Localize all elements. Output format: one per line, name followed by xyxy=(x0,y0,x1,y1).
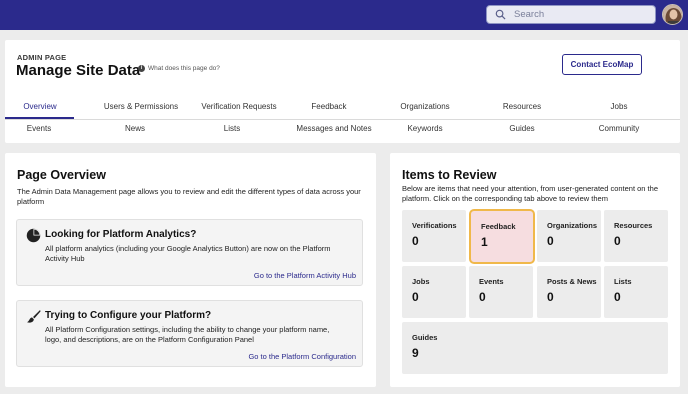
review-title: Items to Review xyxy=(402,168,497,182)
overview-description: The Admin Data Management page allows yo… xyxy=(17,187,361,206)
tab-feedback[interactable]: Feedback xyxy=(279,102,379,111)
tab-verification-requests[interactable]: Verification Requests xyxy=(189,102,289,111)
overview-title: Page Overview xyxy=(17,168,106,182)
review-tile-label: Organizations xyxy=(547,221,598,230)
tab-messages-notes[interactable]: Messages and Notes xyxy=(284,124,384,133)
items-to-review-card: Items to Review Below are items that nee… xyxy=(390,153,680,387)
tab-keywords[interactable]: Keywords xyxy=(375,124,475,133)
configure-callout-text: All Platform Configuration settings, inc… xyxy=(45,325,330,344)
review-tile-label: Feedback xyxy=(481,222,516,231)
pie-chart-icon xyxy=(26,228,41,243)
tab-jobs[interactable]: Jobs xyxy=(569,102,669,111)
paintbrush-icon xyxy=(26,309,41,323)
review-tile-count: 0 xyxy=(412,234,419,248)
platform-configuration-link[interactable]: Go to the Platform Configuration xyxy=(248,352,356,361)
review-tile-events[interactable]: Events 0 xyxy=(469,266,533,318)
review-tile-count: 0 xyxy=(614,234,621,248)
page-help-link[interactable]: i What does this page do? xyxy=(138,65,220,72)
page-help-label: What does this page do? xyxy=(148,65,220,72)
review-tile-count: 0 xyxy=(547,290,554,304)
search-icon xyxy=(495,9,506,20)
tab-divider xyxy=(5,119,680,120)
review-description: Below are items that need your attention… xyxy=(402,184,658,203)
review-tile-label: Lists xyxy=(614,277,632,286)
search-input[interactable] xyxy=(514,9,644,20)
tab-organizations[interactable]: Organizations xyxy=(375,102,475,111)
tab-guides[interactable]: Guides xyxy=(472,124,572,133)
configure-callout: Trying to Configure your Platform? All P… xyxy=(16,300,363,367)
user-avatar[interactable] xyxy=(662,4,683,25)
info-icon: i xyxy=(138,65,145,72)
review-tile-label: Resources xyxy=(614,221,653,230)
page-eyebrow: ADMIN PAGE xyxy=(17,53,67,62)
analytics-callout-title: Looking for Platform Analytics? xyxy=(45,229,197,240)
page-title: Manage Site Data xyxy=(16,62,141,79)
platform-activity-hub-link[interactable]: Go to the Platform Activity Hub xyxy=(254,271,356,280)
review-tile-count: 9 xyxy=(412,346,419,360)
review-tile-posts-news[interactable]: Posts & News 0 xyxy=(537,266,601,318)
review-tile-count: 0 xyxy=(614,290,621,304)
review-tile-count: 1 xyxy=(481,235,488,249)
page-overview-card: Page Overview The Admin Data Management … xyxy=(5,153,376,387)
analytics-callout-text: All platform analytics (including your G… xyxy=(45,244,331,263)
review-tile-resources[interactable]: Resources 0 xyxy=(604,210,668,262)
top-navigation-bar xyxy=(0,0,688,30)
review-tile-guides[interactable]: Guides 9 xyxy=(402,322,668,374)
tab-lists[interactable]: Lists xyxy=(182,124,282,133)
review-tile-count: 0 xyxy=(412,290,419,304)
review-tile-label: Guides xyxy=(412,333,438,342)
review-tile-label: Verifications xyxy=(412,221,457,230)
configure-callout-title: Trying to Configure your Platform? xyxy=(45,310,212,321)
review-tile-count: 0 xyxy=(479,290,486,304)
avatar-icon xyxy=(663,5,682,24)
contact-ecomap-button[interactable]: Contact EcoMap xyxy=(562,54,642,75)
review-tile-verifications[interactable]: Verifications 0 xyxy=(402,210,466,262)
tab-news[interactable]: News xyxy=(85,124,185,133)
review-tile-label: Jobs xyxy=(412,277,430,286)
review-tile-organizations[interactable]: Organizations 0 xyxy=(537,210,601,262)
tab-overview[interactable]: Overview xyxy=(0,102,90,111)
analytics-callout: Looking for Platform Analytics? All plat… xyxy=(16,219,363,286)
search-box[interactable] xyxy=(486,5,656,24)
review-tile-lists[interactable]: Lists 0 xyxy=(604,266,668,318)
review-tile-count: 0 xyxy=(547,234,554,248)
review-tile-jobs[interactable]: Jobs 0 xyxy=(402,266,466,318)
tab-community[interactable]: Community xyxy=(569,124,669,133)
review-tile-label: Events xyxy=(479,277,504,286)
review-tile-label: Posts & News xyxy=(547,277,597,286)
review-tile-feedback[interactable]: Feedback 1 xyxy=(469,209,535,264)
tab-resources[interactable]: Resources xyxy=(472,102,572,111)
tab-events[interactable]: Events xyxy=(0,124,89,133)
tab-users-permissions[interactable]: Users & Permissions xyxy=(91,102,191,111)
page-header-card: ADMIN PAGE Manage Site Data i What does … xyxy=(5,40,680,143)
